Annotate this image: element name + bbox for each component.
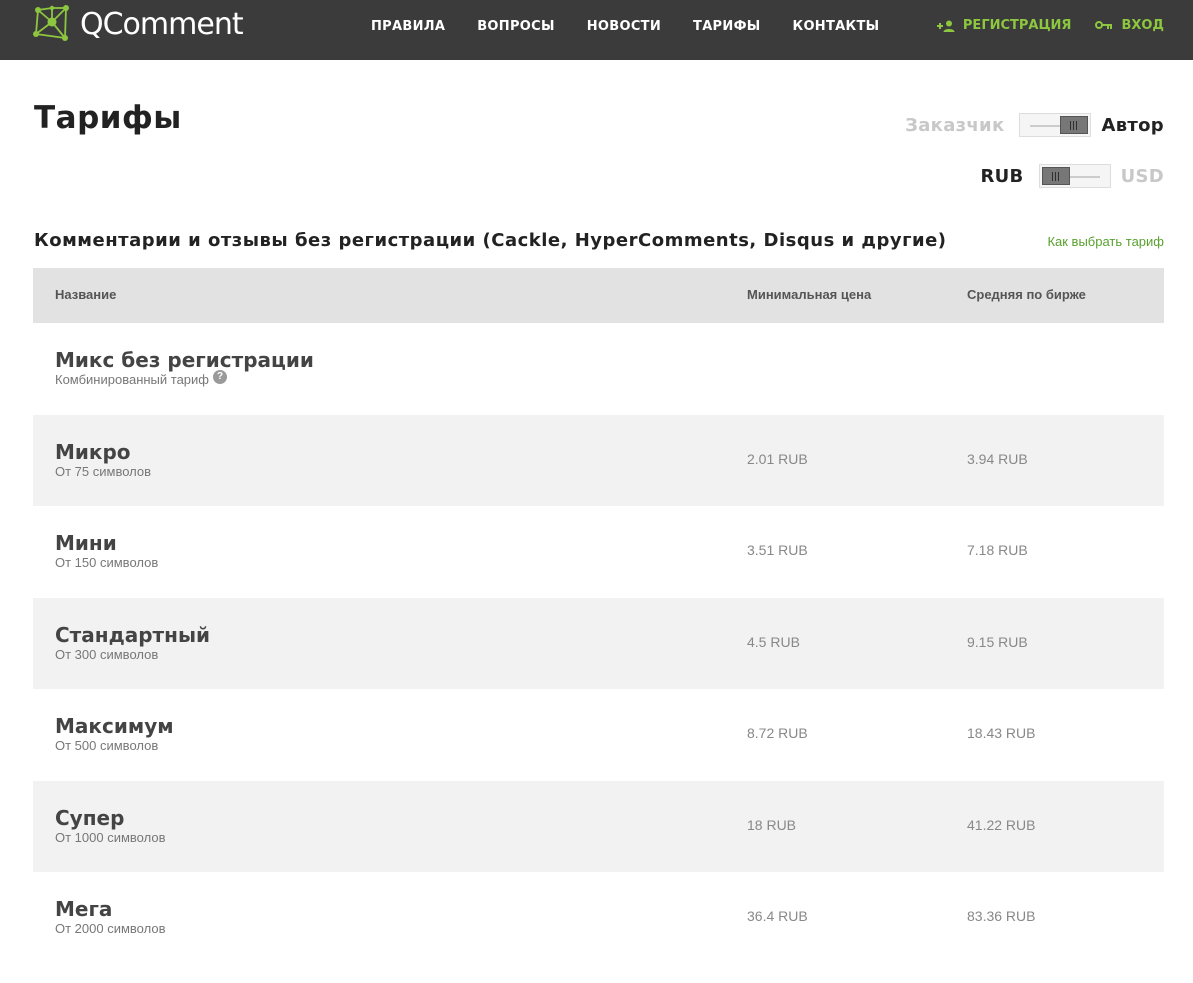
register-label: РЕГИСТРАЦИЯ xyxy=(962,18,1072,33)
add-user-icon xyxy=(936,20,955,32)
tariff-name: Стандартный xyxy=(55,622,211,647)
nav-item-questions[interactable]: ВОПРОСЫ xyxy=(477,18,555,36)
table-row: Максимум От 500 символов 8.72 RUB 18.43 … xyxy=(33,689,1164,781)
table-row: Супер От 1000 символов 18 RUB 41.22 RUB xyxy=(33,780,1164,872)
min-price: 8.72 RUB xyxy=(747,725,808,741)
min-price: 3.51 RUB xyxy=(747,542,808,558)
tariff-description: От 2000 символов xyxy=(55,921,166,936)
logo[interactable]: QComment xyxy=(32,4,244,44)
main-nav: ПРАВИЛА ВОПРОСЫ НОВОСТИ ТАРИФЫ КОНТАКТЫ xyxy=(371,18,911,36)
role-author-label[interactable]: Автор xyxy=(1101,115,1164,136)
table-row: Мини От 150 символов 3.51 RUB 7.18 RUB xyxy=(33,506,1164,598)
currency-rub-label[interactable]: RUB xyxy=(980,166,1023,187)
table-row: Мега От 2000 символов 36.4 RUB 83.36 RUB xyxy=(33,872,1164,964)
switch-knob[interactable] xyxy=(1041,167,1070,185)
min-price: 4.5 RUB xyxy=(747,633,800,650)
nav-item-rules[interactable]: ПРАВИЛА xyxy=(371,18,445,36)
login-link[interactable]: ВХОД xyxy=(1095,17,1164,35)
currency-toggle: RUB USD xyxy=(980,164,1164,188)
tariff-description: От 75 символов xyxy=(55,463,152,479)
tariff-name: Мини xyxy=(55,531,117,555)
tariff-name: Микро xyxy=(55,439,131,464)
logo-text: QComment xyxy=(80,6,244,42)
register-link[interactable]: РЕГИСТРАЦИЯ xyxy=(936,17,1072,35)
currency-switch[interactable] xyxy=(1038,164,1111,188)
tariff-description: От 150 символов xyxy=(55,555,159,570)
tariff-name: Супер xyxy=(55,805,125,830)
tariff-description: От 1000 символов xyxy=(55,829,166,845)
avg-price: 3.94 RUB xyxy=(967,450,1028,467)
currency-usd-label[interactable]: USD xyxy=(1121,166,1164,187)
role-switch[interactable] xyxy=(1019,113,1092,137)
column-header-name: Название xyxy=(55,287,117,302)
table-row: Микро От 75 символов 2.01 RUB 3.94 RUB xyxy=(33,414,1164,506)
tariffs-table: Название Минимальная цена Средняя по бир… xyxy=(33,268,1164,964)
tariff-description: От 300 символов xyxy=(55,646,159,662)
avg-price: 18.43 RUB xyxy=(967,725,1036,741)
nav-item-tariffs[interactable]: ТАРИФЫ xyxy=(693,18,761,36)
tariff-description: От 500 символов xyxy=(55,738,159,753)
column-header-min-price: Минимальная цена xyxy=(747,287,872,302)
key-icon xyxy=(1095,21,1113,31)
login-label: ВХОД xyxy=(1121,18,1164,33)
switch-knob[interactable] xyxy=(1060,116,1089,134)
role-toggle: Заказчик Автор xyxy=(905,113,1164,137)
avg-price: 9.15 RUB xyxy=(967,633,1028,650)
avg-price: 7.18 RUB xyxy=(967,542,1028,558)
nav-item-news[interactable]: НОВОСТИ xyxy=(587,18,661,36)
tariff-description-text: Комбинированный тариф xyxy=(55,372,209,387)
table-row: Стандартный От 300 символов 4.5 RUB 9.15… xyxy=(33,597,1164,689)
column-header-avg-price: Средняя по бирже xyxy=(967,287,1086,302)
role-customer-label[interactable]: Заказчик xyxy=(905,115,1004,136)
network-logo-icon xyxy=(33,5,69,41)
nav-item-contacts[interactable]: КОНТАКТЫ xyxy=(793,18,880,36)
table-row: Микс без регистрации Комбинированный тар… xyxy=(33,323,1164,415)
top-navigation-bar: QComment ПРАВИЛА ВОПРОСЫ НОВОСТИ ТАРИФЫ … xyxy=(0,0,1193,60)
min-price: 36.4 RUB xyxy=(747,908,808,924)
auth-links: РЕГИСТРАЦИЯ ВХОД xyxy=(936,17,1164,35)
tariff-description: Комбинированный тариф ? xyxy=(55,369,227,387)
tariff-name: Микс без регистрации xyxy=(55,348,314,372)
section-title: Комментарии и отзывы без регистрации (Ca… xyxy=(34,230,947,251)
min-price: 18 RUB xyxy=(747,816,797,833)
tariff-name: Максимум xyxy=(55,714,174,738)
page-title: Тарифы xyxy=(34,100,182,136)
min-price: 2.01 RUB xyxy=(747,450,808,467)
how-to-choose-link[interactable]: Как выбрать тариф xyxy=(1047,234,1164,249)
tariff-name: Мега xyxy=(55,897,113,921)
table-header: Название Минимальная цена Средняя по бир… xyxy=(33,268,1164,323)
avg-price: 41.22 RUB xyxy=(967,816,1036,833)
avg-price: 83.36 RUB xyxy=(967,908,1036,924)
question-icon[interactable]: ? xyxy=(213,369,227,384)
